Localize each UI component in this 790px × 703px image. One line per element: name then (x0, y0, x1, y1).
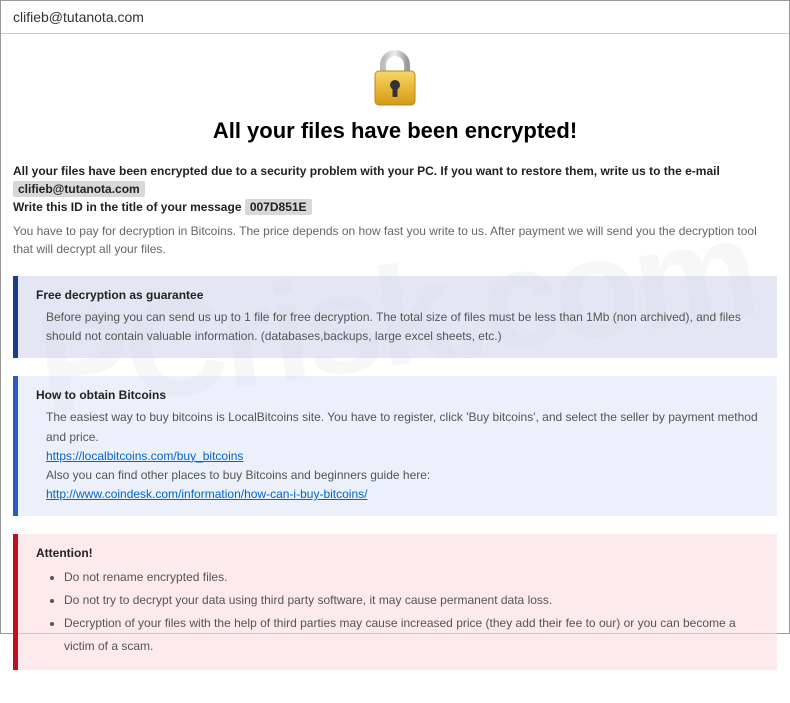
intro-text: All your files have been encrypted due t… (13, 162, 777, 216)
intro-line1: All your files have been encrypted due t… (13, 164, 720, 178)
window-title: clifieb@tutanota.com (13, 9, 144, 25)
bitcoins-text1: The easiest way to buy bitcoins is Local… (46, 410, 758, 443)
bitcoins-panel: How to obtain Bitcoins The easiest way t… (13, 376, 777, 516)
guarantee-panel: Free decryption as guarantee Before payi… (13, 276, 777, 358)
sub-intro-text: You have to pay for decryption in Bitcoi… (13, 222, 777, 258)
bitcoins-link1[interactable]: https://localbitcoins.com/buy_bitcoins (46, 449, 243, 463)
content-area: All your files have been encrypted! All … (1, 34, 789, 703)
contact-email: clifieb@tutanota.com (13, 181, 145, 197)
message-id: 007D851E (245, 199, 312, 215)
guarantee-text: Before paying you can send us up to 1 fi… (46, 308, 759, 346)
window-titlebar: clifieb@tutanota.com (1, 1, 789, 34)
attention-item: Do not rename encrypted files. (64, 566, 759, 589)
attention-title: Attention! (36, 546, 759, 560)
lock-icon (13, 49, 777, 110)
main-heading: All your files have been encrypted! (13, 118, 777, 144)
bitcoins-text2: Also you can find other places to buy Bi… (46, 468, 430, 482)
intro-line2: Write this ID in the title of your messa… (13, 200, 245, 214)
bitcoins-title: How to obtain Bitcoins (36, 388, 759, 402)
attention-list: Do not rename encrypted files. Do not tr… (64, 566, 759, 657)
attention-panel: Attention! Do not rename encrypted files… (13, 534, 777, 669)
bitcoins-link2[interactable]: http://www.coindesk.com/information/how-… (46, 487, 367, 501)
attention-item: Do not try to decrypt your data using th… (64, 589, 759, 612)
attention-item: Decryption of your files with the help o… (64, 612, 759, 658)
guarantee-title: Free decryption as guarantee (36, 288, 759, 302)
